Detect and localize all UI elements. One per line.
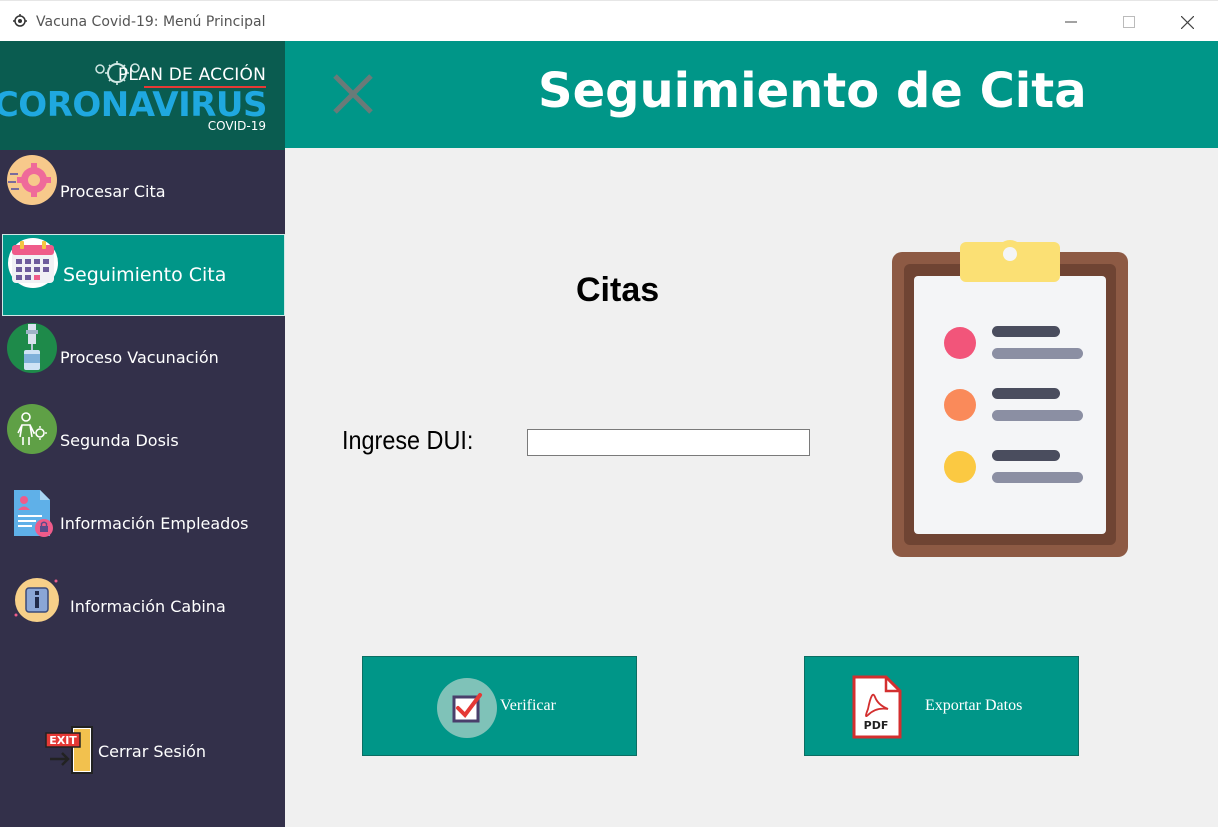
- sidebar-item-label: Procesar Cita: [60, 181, 166, 201]
- vaccine-icon: [7, 323, 57, 373]
- logo-plan-text: PLAN DE ACCIÓN: [117, 65, 266, 85]
- logo-subtitle: COVID-19: [207, 119, 266, 133]
- app-icon: [13, 14, 27, 27]
- sidebar-item-procesar-cita[interactable]: Procesar Cita: [0, 150, 285, 232]
- logout-label: Cerrar Sesión: [98, 742, 207, 761]
- page-header: Seguimiento de Cita: [285, 41, 1218, 148]
- export-label: Exportar Datos: [925, 697, 1023, 714]
- exit-icon: EXIT: [45, 726, 93, 774]
- maximize-icon: [1123, 16, 1135, 28]
- checkbox-icon: [437, 678, 497, 738]
- sidebar-item-label: Segunda Dosis: [60, 430, 179, 450]
- minimize-icon: [1065, 21, 1077, 23]
- logout-button[interactable]: EXIT Cerrar Sesión: [0, 711, 285, 791]
- close-icon[interactable]: [331, 72, 375, 116]
- sidebar-item-label: Información Empleados: [60, 513, 249, 533]
- sidebar-item-label: Información Cabina: [70, 596, 226, 616]
- section-title: Citas: [576, 271, 660, 309]
- person-virus-icon: [7, 404, 57, 454]
- close-icon: [1180, 15, 1194, 29]
- gear-icon: [7, 155, 57, 205]
- sidebar-item-label: Proceso Vacunación: [60, 347, 219, 367]
- sidebar-item-seguimiento-cita[interactable]: Seguimiento Cita: [2, 234, 285, 316]
- verify-button[interactable]: Verificar: [362, 656, 637, 756]
- dui-input[interactable]: [527, 429, 810, 456]
- main-content: Citas Ingrese DUI: Verificar PDF Exporta…: [285, 148, 1218, 827]
- employee-document-icon: [14, 490, 53, 537]
- verify-label: Verificar: [500, 697, 556, 714]
- sidebar-item-segunda-dosis[interactable]: Segunda Dosis: [0, 399, 285, 481]
- dui-label: Ingrese DUI:: [342, 425, 474, 455]
- export-button[interactable]: PDF Exportar Datos: [804, 656, 1079, 756]
- app-window: Vacuna Covid-19: Menú Principal PLAN DE …: [0, 0, 1218, 827]
- maximize-button[interactable]: [1106, 7, 1152, 37]
- svg-text:EXIT: EXIT: [49, 734, 77, 747]
- sidebar-item-label: Seguimiento Cita: [63, 264, 227, 286]
- sidebar: PLAN DE ACCIÓN CORONAVIRUS COVID-19 Proc…: [0, 41, 285, 827]
- sidebar-item-proceso-vacunacion[interactable]: Proceso Vacunación: [0, 316, 285, 398]
- minimize-button[interactable]: [1048, 7, 1094, 37]
- window-title: Vacuna Covid-19: Menú Principal: [36, 14, 266, 30]
- page-title: Seguimiento de Cita: [538, 63, 1087, 119]
- clipboard-icon: [892, 240, 1128, 557]
- calendar-icon: [8, 238, 58, 288]
- sidebar-item-informacion-cabina[interactable]: Información Cabina: [0, 565, 285, 647]
- pdf-icon: PDF: [852, 675, 902, 739]
- title-bar: Vacuna Covid-19: Menú Principal: [0, 0, 1218, 41]
- info-icon: [14, 578, 59, 622]
- sidebar-item-informacion-empleados[interactable]: Información Empleados: [0, 482, 285, 564]
- logo: PLAN DE ACCIÓN CORONAVIRUS COVID-19: [0, 41, 285, 150]
- pdf-badge-text: PDF: [864, 719, 889, 732]
- close-window-button[interactable]: [1164, 7, 1210, 37]
